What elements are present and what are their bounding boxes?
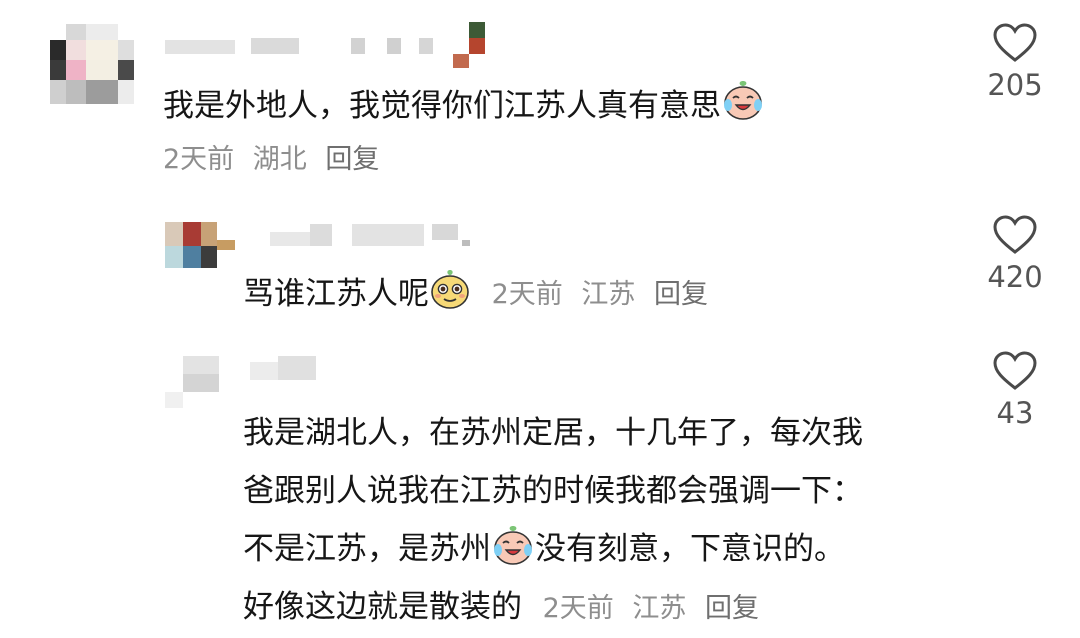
like-count: 205 (987, 68, 1043, 102)
comment-text: 我是湖北人，在苏州定居，十几年了，每次我 爸跟别人说我在江苏的时候我都会强调一下… (243, 404, 863, 638)
comment-location: 湖北 (252, 144, 307, 175)
comment-text: 骂谁江苏人呢 2天前 江苏 回复 (243, 268, 718, 313)
username[interactable] (165, 22, 495, 72)
comment-text-line: 不是江苏，是苏州 没有刻意，下意识的。 (243, 520, 863, 578)
comment-time: 2天前 (491, 279, 563, 310)
comment-text-line: 爸跟别人说我在江苏的时候我都会强调一下： (243, 473, 863, 509)
comment-text-segment: 好像这边就是散装的 (243, 589, 522, 625)
comment-text: 我是外地人，我觉得你们江苏人真有意思 (163, 78, 765, 125)
like-button[interactable]: 205 (970, 22, 1060, 102)
reply-button[interactable]: 回复 (325, 144, 379, 175)
comment-time: 2天前 (163, 144, 235, 175)
crying-laughing-face-icon (494, 526, 532, 565)
comment-time: 2天前 (542, 593, 614, 624)
username[interactable] (270, 218, 480, 254)
comment-location: 江苏 (632, 593, 687, 624)
like-button[interactable]: 420 (970, 214, 1060, 294)
like-count: 420 (987, 260, 1043, 294)
avatar[interactable] (165, 222, 235, 270)
comment-text-segment: 不是江苏，是苏州 (243, 531, 491, 567)
reply-button[interactable]: 回复 (705, 593, 759, 624)
heart-icon[interactable] (992, 214, 1038, 256)
reply-button[interactable]: 回复 (654, 279, 708, 310)
avatar[interactable] (50, 24, 134, 104)
username[interactable] (250, 356, 330, 386)
smug-face-icon (431, 270, 469, 309)
comment-text-line: 我是湖北人，在苏州定居，十几年了，每次我 (243, 415, 863, 451)
comment-meta: 2天前 湖北 回复 (163, 137, 389, 176)
comment-text-line: 好像这边就是散装的 2天前 江苏 回复 (243, 578, 863, 638)
heart-icon[interactable] (992, 22, 1038, 64)
crying-laughing-face-icon (724, 81, 762, 120)
like-button[interactable]: 43 (970, 350, 1060, 430)
comment-location: 江苏 (581, 279, 636, 310)
comment-text-body: 骂谁江苏人呢 (243, 276, 429, 312)
comment-text-segment: 没有刻意，下意识的。 (535, 531, 845, 567)
heart-icon[interactable] (992, 350, 1038, 392)
like-count: 43 (996, 396, 1034, 430)
comment-text-body: 我是外地人，我觉得你们江苏人真有意思 (163, 88, 721, 124)
avatar[interactable] (165, 356, 221, 410)
